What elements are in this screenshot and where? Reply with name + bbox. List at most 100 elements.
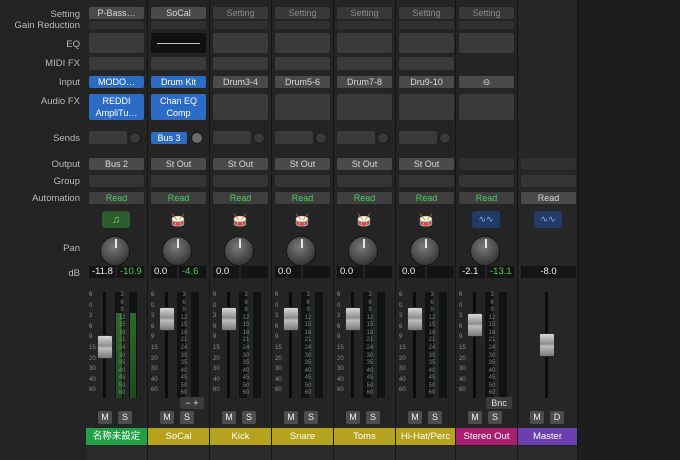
audio-fx-slot[interactable]: [213, 94, 268, 120]
input-button[interactable]: MODO…: [89, 76, 144, 88]
bounce-button[interactable]: Bnc: [486, 397, 512, 409]
send-slot[interactable]: [337, 131, 375, 144]
pan-knob[interactable]: [224, 236, 254, 266]
automation-mode-button[interactable]: Read: [337, 192, 392, 204]
output-slot[interactable]: [459, 158, 514, 170]
volume-fader[interactable]: [283, 307, 299, 331]
volume-fader[interactable]: [97, 335, 113, 359]
group-slot[interactable]: [213, 175, 268, 187]
send-slot[interactable]: [89, 131, 127, 144]
automation-mode-button[interactable]: Read: [275, 192, 330, 204]
send-slot[interactable]: [275, 131, 313, 144]
input-button[interactable]: Drum5-6: [275, 76, 330, 88]
output-slot[interactable]: [521, 158, 576, 170]
channel-name[interactable]: Toms: [334, 428, 395, 445]
automation-mode-button[interactable]: Read: [151, 192, 206, 204]
mute-button[interactable]: M: [98, 411, 112, 424]
audio-fx-plugin[interactable]: AmpliTu…: [89, 107, 144, 119]
output-button[interactable]: St Out: [275, 158, 330, 170]
mute-button[interactable]: M: [346, 411, 360, 424]
automation-mode-button[interactable]: Read: [399, 192, 454, 204]
setting-button[interactable]: Setting: [275, 7, 330, 19]
mute-button[interactable]: M: [284, 411, 298, 424]
audio-fx-plugin[interactable]: Chan EQ: [151, 95, 206, 107]
audio-fx-plugin[interactable]: REDDI: [89, 95, 144, 107]
solo-button[interactable]: S: [366, 411, 380, 424]
mute-button[interactable]: M: [530, 411, 544, 424]
volume-fader[interactable]: [159, 307, 175, 331]
output-button[interactable]: Bus 2: [89, 158, 144, 170]
audio-fx-slot[interactable]: [337, 94, 392, 120]
pan-knob[interactable]: [286, 236, 316, 266]
eq-slot[interactable]: [89, 33, 144, 53]
eq-slot[interactable]: [459, 33, 514, 53]
pan-knob[interactable]: [348, 236, 378, 266]
send-level-knob[interactable]: [315, 132, 327, 144]
input-button[interactable]: Drum Kit: [151, 76, 206, 88]
pan-knob[interactable]: [410, 236, 440, 266]
channel-name[interactable]: 名称未設定: [86, 428, 147, 445]
eq-slot[interactable]: [213, 33, 268, 53]
group-slot[interactable]: [459, 175, 514, 187]
solo-button[interactable]: S: [242, 411, 256, 424]
drum-icon[interactable]: 🥁: [412, 211, 440, 228]
audio-fx-slot[interactable]: [275, 94, 330, 120]
drum-icon[interactable]: 🥁: [164, 211, 192, 228]
volume-fader[interactable]: [467, 313, 483, 337]
eq-slot[interactable]: [337, 33, 392, 53]
group-slot[interactable]: [337, 175, 392, 187]
send-level-knob[interactable]: [377, 132, 389, 144]
mute-button[interactable]: M: [408, 411, 422, 424]
pan-knob[interactable]: [100, 236, 130, 266]
midi-fx-slot[interactable]: [399, 57, 454, 70]
drum-icon[interactable]: 🥁: [350, 211, 378, 228]
send-level-knob[interactable]: [253, 132, 265, 144]
audio-fx-slot[interactable]: [399, 94, 454, 120]
volume-fader[interactable]: [345, 307, 361, 331]
channel-name[interactable]: SoCal: [148, 428, 209, 445]
solo-button[interactable]: S: [180, 411, 194, 424]
eq-slot[interactable]: [275, 33, 330, 53]
channel-name[interactable]: Stereo Out: [456, 428, 517, 445]
output-button[interactable]: St Out: [213, 158, 268, 170]
channel-name[interactable]: Hi-Hat/Perc: [396, 428, 455, 445]
automation-mode-button[interactable]: Read: [213, 192, 268, 204]
solo-button[interactable]: S: [304, 411, 318, 424]
group-slot[interactable]: [151, 175, 206, 187]
input-button[interactable]: Dru9-10: [399, 76, 454, 88]
audio-fx-plugin[interactable]: Comp: [151, 107, 206, 119]
drum-icon[interactable]: 🥁: [288, 211, 316, 228]
channel-name[interactable]: Kick: [210, 428, 271, 445]
audio-fx-slot[interactable]: [459, 94, 514, 120]
waveform-icon[interactable]: ∿∿: [472, 211, 500, 228]
send-level-knob[interactable]: [129, 132, 141, 144]
input-button[interactable]: Drum7-8: [337, 76, 392, 88]
midi-fx-slot[interactable]: [275, 57, 330, 70]
drum-icon[interactable]: 🥁: [226, 211, 254, 228]
add-remove-buttons[interactable]: − +: [180, 397, 204, 409]
dim-button[interactable]: D: [550, 411, 564, 424]
volume-fader[interactable]: [221, 307, 237, 331]
output-button[interactable]: St Out: [399, 158, 454, 170]
mute-button[interactable]: M: [468, 411, 482, 424]
solo-button[interactable]: S: [488, 411, 502, 424]
note-icon[interactable]: ♫: [102, 211, 130, 228]
channel-name[interactable]: Snare: [272, 428, 333, 445]
pan-knob[interactable]: [470, 236, 500, 266]
group-slot[interactable]: [521, 175, 576, 187]
solo-button[interactable]: S: [428, 411, 442, 424]
automation-mode-button[interactable]: Read: [89, 192, 144, 204]
send-level-knob[interactable]: [191, 132, 203, 144]
send-level-knob[interactable]: [439, 132, 451, 144]
pan-knob[interactable]: [162, 236, 192, 266]
setting-button[interactable]: P-Bass…: [89, 7, 144, 19]
setting-button[interactable]: Setting: [213, 7, 268, 19]
input-button[interactable]: Drum3-4: [213, 76, 268, 88]
automation-mode-button[interactable]: Read: [521, 192, 576, 204]
midi-fx-slot[interactable]: [213, 57, 268, 70]
midi-fx-slot[interactable]: [151, 57, 206, 70]
send-slot[interactable]: [399, 131, 437, 144]
output-button[interactable]: St Out: [337, 158, 392, 170]
channel-name[interactable]: Master: [518, 428, 577, 445]
setting-button[interactable]: Setting: [399, 7, 454, 19]
